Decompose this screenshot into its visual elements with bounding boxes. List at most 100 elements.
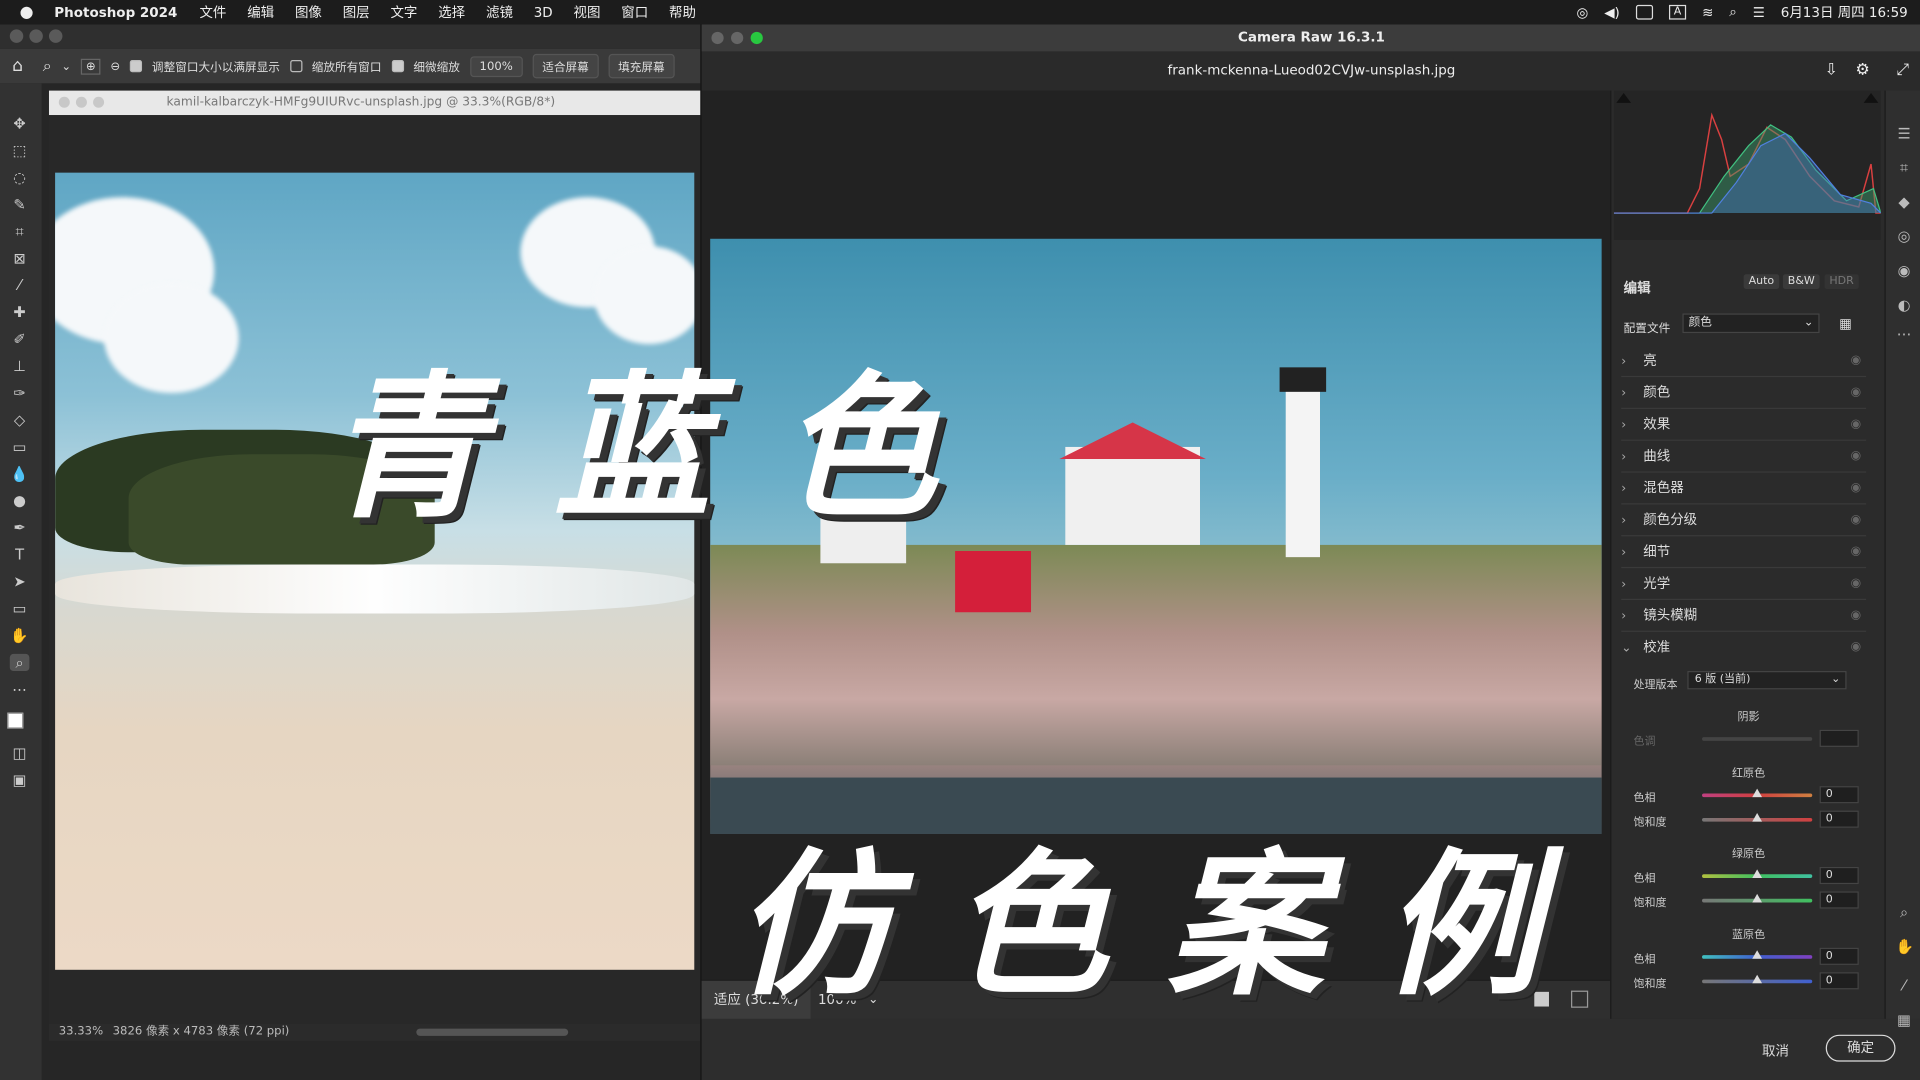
eye-icon[interactable]: ◉ [1851,632,1862,664]
shadow-clip-icon[interactable] [1616,93,1632,103]
compare-view-icon[interactable] [1571,990,1589,1008]
zoom-icon[interactable]: ⌕ [1896,904,1913,921]
eye-icon[interactable]: ◉ [1851,441,1862,473]
eye-icon[interactable]: ◉ [1851,377,1862,409]
marquee-tool-icon[interactable]: ⬚ [10,142,30,159]
green-hue-thumb[interactable] [1752,869,1763,878]
menu-3d[interactable]: 3D [534,4,553,20]
quick-select-tool-icon[interactable]: ✎ [10,196,30,213]
blue-sat-value[interactable]: 0 [1819,972,1859,990]
green-hue-value[interactable]: 0 [1819,866,1859,885]
eye-icon[interactable]: ◉ [1851,504,1862,536]
doc-maximize-icon[interactable] [93,96,105,108]
section-color-grading[interactable]: › 颜色分级 ◉ [1621,504,1867,537]
move-tool-icon[interactable]: ✥ [10,115,30,132]
hand-tool-icon[interactable]: ✋ [10,627,30,644]
app-menu[interactable]: Photoshop 2024 [54,4,177,20]
eyedropper-tool-icon[interactable]: ⁄ [10,277,30,294]
wifi-icon[interactable]: ≋ [1702,4,1713,20]
fill-screen-button[interactable]: 填充屏幕 [608,53,675,79]
highlight-clip-icon[interactable] [1863,93,1879,103]
menu-file[interactable]: 文件 [199,2,226,22]
gradient-tool-icon[interactable]: ▭ [10,438,30,455]
menu-layer[interactable]: 图层 [343,2,370,22]
color-sampler-icon[interactable]: ⁄ [1896,977,1913,994]
dodge-tool-icon[interactable]: ● [10,492,30,509]
grid-overlay-icon[interactable]: ▦ [1896,1011,1913,1028]
eraser-tool-icon[interactable]: ◇ [10,411,30,428]
zoom-tool-icon[interactable]: ⌕ [43,57,52,75]
section-color[interactable]: › 颜色 ◉ [1621,377,1867,409]
cr-maximize-icon[interactable] [750,31,763,45]
blue-hue-thumb[interactable] [1752,950,1763,959]
edit-sliders-icon[interactable]: ☰ [1896,125,1913,142]
process-version-dropdown[interactable]: 6 版 (当前) ⌄ [1687,671,1847,690]
eye-icon[interactable]: ◉ [1851,473,1862,505]
red-sat-value[interactable]: 0 [1819,810,1859,828]
menu-edit[interactable]: 编辑 [247,2,274,22]
remove-tool-icon[interactable]: ◆ [1896,193,1913,210]
zoom-tool-icon[interactable]: ⌕ [9,653,30,672]
doc-minimize-icon[interactable] [75,96,87,108]
green-sat-value[interactable]: 0 [1819,891,1859,909]
menu-view[interactable]: 视图 [573,2,600,22]
zoom-out-icon[interactable]: ⊖ [110,59,120,72]
cr-minimize-icon[interactable] [731,31,744,45]
scrubby-zoom-checkbox[interactable] [391,60,404,73]
resize-windows-checkbox[interactable] [129,60,143,73]
chevron-down-icon[interactable]: ⌄ [61,59,71,72]
section-curve[interactable]: › 曲线 ◉ [1621,441,1867,473]
creative-cloud-icon[interactable]: ◎ [1577,4,1589,20]
section-lens-blur[interactable]: › 镜头模糊 ◉ [1621,600,1867,632]
screen-mode-icon[interactable]: ▣ [10,771,30,788]
menu-select[interactable]: 选择 [438,2,465,22]
stamp-tool-icon[interactable]: ⊥ [10,358,30,375]
input-source-badge[interactable]: A [1668,4,1687,20]
menubar-clock[interactable]: 6月13日 周四 16:59 [1781,2,1908,22]
blue-sat-thumb[interactable] [1752,974,1763,984]
home-icon[interactable]: ⌂ [12,56,23,76]
red-hue-thumb[interactable] [1752,788,1763,798]
horizontal-scrollbar[interactable] [416,1028,569,1036]
close-icon[interactable] [9,29,24,43]
quick-mask-icon[interactable]: ◫ [10,744,30,761]
gear-icon[interactable]: ⚙ [1856,51,1870,90]
green-sat-thumb[interactable] [1752,893,1763,903]
rectangle-tool-icon[interactable]: ▭ [10,600,30,617]
blur-tool-icon[interactable]: 💧 [10,465,30,482]
menu-type[interactable]: 文字 [390,2,417,22]
save-icon[interactable]: ⇩ [1825,51,1838,90]
hdr-button[interactable]: HDR [1824,274,1859,289]
shadow-tint-value[interactable] [1819,729,1859,747]
history-brush-icon[interactable]: ✑ [10,384,30,401]
zoom-in-icon[interactable]: ⊕ [80,58,101,75]
menu-window[interactable]: 窗口 [621,2,648,22]
more-tools-icon[interactable]: ⋯ [10,681,30,698]
minimize-icon[interactable] [29,29,43,43]
pen-tool-icon[interactable]: ✒ [10,519,30,536]
zoom-readout[interactable]: 33.33% [59,1024,103,1041]
crop-tool-icon[interactable]: ⌗ [10,223,30,240]
frame-tool-icon[interactable]: ⊠ [10,250,30,267]
presets-icon[interactable]: ◐ [1896,296,1913,313]
path-select-icon[interactable]: ➤ [10,573,30,590]
healing-brush-icon[interactable]: ✚ [10,304,30,321]
apple-icon[interactable]: ● [20,3,34,21]
ok-button[interactable]: 确定 [1825,1034,1896,1062]
eye-icon[interactable]: ◉ [1851,409,1862,441]
menu-image[interactable]: 图像 [295,2,322,22]
maximize-icon[interactable] [48,29,63,43]
red-eye-icon[interactable]: ◉ [1896,262,1913,279]
fit-screen-button[interactable]: 适合屏幕 [532,53,599,79]
cr-close-icon[interactable] [711,31,724,45]
control-center-icon[interactable]: ☰ [1753,4,1765,20]
section-light[interactable]: › 亮 ◉ [1621,345,1867,378]
doc-close-icon[interactable] [58,96,70,108]
profile-browser-icon[interactable]: ▦ [1839,316,1852,332]
red-hue-value[interactable]: 0 [1819,786,1859,804]
eye-icon[interactable]: ◉ [1851,345,1862,377]
section-mixer[interactable]: › 混色器 ◉ [1621,473,1867,505]
blue-hue-value[interactable]: 0 [1819,947,1859,965]
red-sat-thumb[interactable] [1752,813,1763,822]
battery-icon[interactable] [1635,4,1653,20]
